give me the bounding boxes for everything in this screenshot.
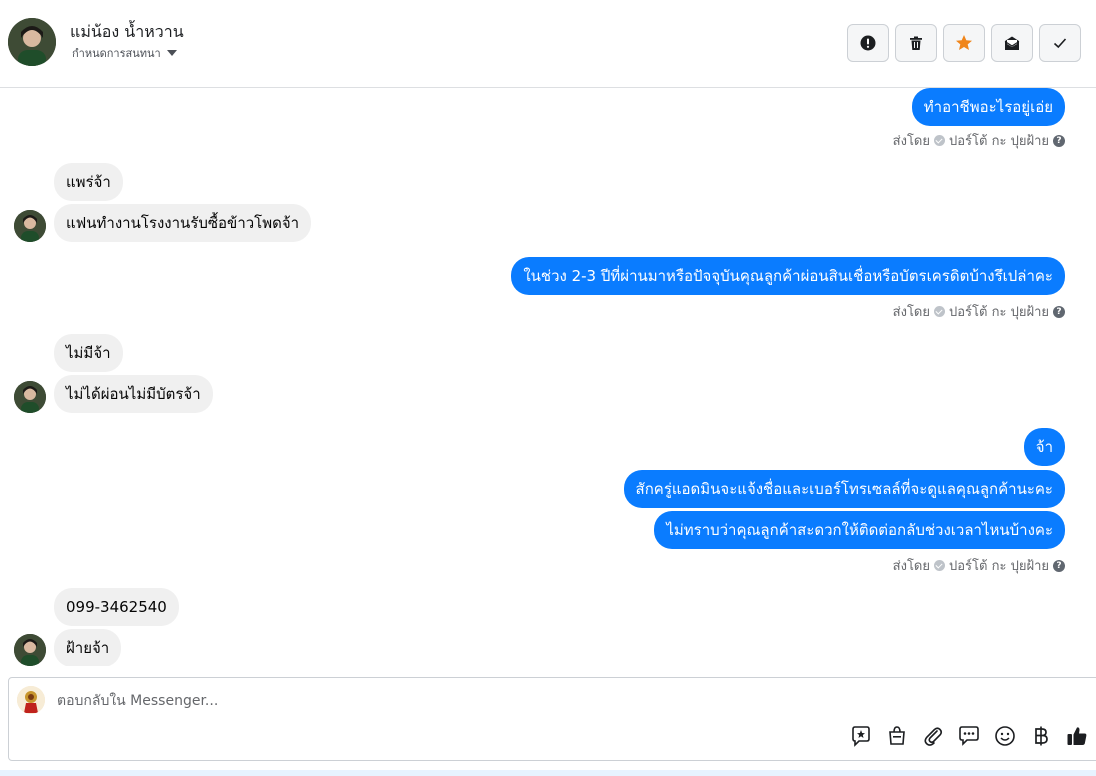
saved-reply-icon (852, 726, 870, 747)
baht-icon (1035, 726, 1048, 746)
payment-button[interactable] (1029, 724, 1053, 748)
contact-name[interactable]: แม่น้อง น้ำหวาน (70, 20, 184, 45)
trash-icon (910, 36, 922, 50)
mark-unread-button[interactable] (991, 24, 1033, 62)
conversation-header: แม่น้อง น้ำหวาน กำหนดการสนทนา (0, 0, 1096, 88)
sent-by-prefix: ส่งโดย (892, 559, 930, 574)
verified-check-icon (934, 135, 945, 146)
page-avatar (17, 686, 45, 714)
help-icon[interactable]: ? (1053, 134, 1065, 147)
sent-by-prefix: ส่งโดย (892, 134, 930, 149)
emoji-icon (995, 726, 1015, 746)
sent-by-name: ปอร์โต้ กะ ปุยฝ้าย (949, 305, 1049, 320)
contact-avatar[interactable] (8, 18, 56, 66)
bottom-strip (0, 770, 1096, 776)
emoji-button[interactable] (993, 724, 1017, 748)
message-bubble-outgoing[interactable]: ไม่ทราบว่าคุณลูกค้าสะดวกให้ติดต่อกลับช่ว… (654, 511, 1065, 549)
star-icon (956, 35, 972, 50)
verified-check-icon (934, 306, 945, 317)
quick-replies-button[interactable] (957, 724, 981, 748)
assign-conversation-dropdown[interactable]: กำหนดการสนทนา (72, 44, 177, 62)
like-icon (1067, 727, 1087, 745)
alert-icon (860, 35, 876, 51)
header-actions (847, 24, 1081, 62)
message-bubble-incoming[interactable]: แฟนทำงานโรงงานรับซื้อข้าวโพดจ้า (54, 204, 312, 242)
message-thread[interactable]: ทำอาชีพอะไรอยู่เอ่ย ส่งโดย ปอร์โต้ กะ ปุ… (0, 88, 1096, 666)
reply-composer (8, 677, 1096, 761)
verified-check-icon (934, 560, 945, 571)
shop-button[interactable] (885, 724, 909, 748)
chat-bubbles-icon (959, 726, 979, 746)
sent-by-prefix: ส่งโดย (892, 305, 930, 320)
contact-avatar-small (14, 381, 46, 413)
message-bubble-outgoing[interactable]: ทำอาชีพอะไรอยู่เอ่ย (911, 88, 1065, 126)
help-icon[interactable]: ? (1053, 559, 1065, 572)
contact-avatar-small (14, 210, 46, 242)
shop-bag-icon (889, 726, 905, 745)
star-button[interactable] (943, 24, 985, 62)
message-bubble-outgoing[interactable]: จ้า (1023, 428, 1065, 466)
message-bubble-outgoing[interactable]: สักครู่แอดมินจะแจ้งชื่อและเบอร์โทรเซลล์ท… (623, 470, 1065, 508)
message-bubble-incoming[interactable]: ฝ้ายจ้า (54, 629, 122, 666)
attachment-button[interactable] (921, 724, 945, 748)
reply-input[interactable] (57, 690, 957, 712)
chevron-down-icon (166, 50, 177, 56)
saved-reply-button[interactable] (849, 724, 873, 748)
attachment-icon (924, 727, 943, 746)
sent-by-line: ส่งโดย ปอร์โต้ กะ ปุยฝ้าย ? (893, 555, 1065, 576)
mark-done-button[interactable] (1039, 24, 1081, 62)
message-bubble-incoming[interactable]: 099-3462540 (54, 588, 179, 626)
sent-by-line: ส่งโดย ปอร์โต้ กะ ปุยฝ้าย ? (893, 130, 1065, 151)
contact-avatar-small (14, 634, 46, 666)
assign-label: กำหนดการสนทนา (72, 47, 161, 60)
check-icon (1053, 38, 1067, 49)
help-icon[interactable]: ? (1053, 305, 1065, 318)
sent-by-name: ปอร์โต้ กะ ปุยฝ้าย (949, 134, 1049, 149)
message-bubble-incoming[interactable]: ไม่มีจ้า (54, 334, 123, 372)
report-button[interactable] (847, 24, 889, 62)
sent-by-line: ส่งโดย ปอร์โต้ กะ ปุยฝ้าย ? (893, 301, 1065, 322)
delete-button[interactable] (895, 24, 937, 62)
like-button[interactable] (1065, 724, 1089, 748)
sent-by-name: ปอร์โต้ กะ ปุยฝ้าย (949, 559, 1049, 574)
message-bubble-outgoing[interactable]: ในช่วง 2-3 ปีที่ผ่านมาหรือปัจจุบันคุณลูก… (511, 257, 1065, 295)
message-bubble-incoming[interactable]: แพร่จ้า (54, 163, 123, 201)
mark-unread-icon (1004, 36, 1020, 50)
message-bubble-incoming[interactable]: ไม่ได้ผ่อนไม่มีบัตรจ้า (54, 375, 213, 413)
composer-tools (849, 724, 1089, 748)
